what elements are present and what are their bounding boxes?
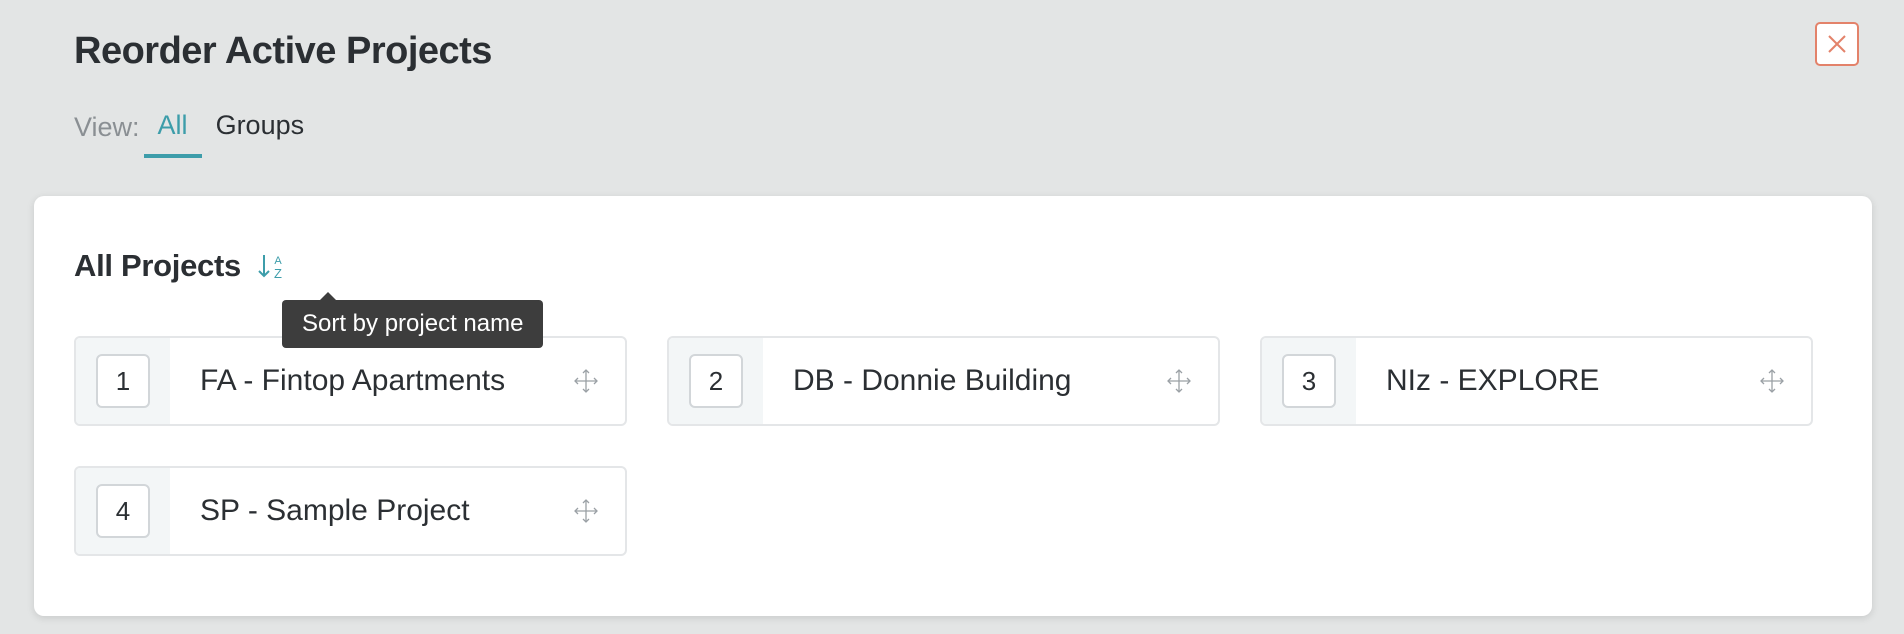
tab-all-label: All bbox=[157, 110, 188, 140]
order-cell: 3 bbox=[1262, 338, 1356, 424]
sort-alpha-down-icon: A Z bbox=[258, 255, 282, 281]
svg-text:Z: Z bbox=[274, 266, 282, 281]
project-name: FA - Fintop Apartments bbox=[200, 364, 506, 397]
tab-groups-label: Groups bbox=[215, 110, 305, 140]
project-item[interactable]: 1 FA - Fintop Apartments bbox=[74, 336, 627, 426]
project-name: DB - Donnie Building bbox=[793, 364, 1072, 397]
order-number[interactable]: 2 bbox=[689, 354, 743, 408]
project-item[interactable]: 4 SP - Sample Project bbox=[74, 466, 627, 556]
move-icon[interactable] bbox=[571, 366, 601, 396]
order-number[interactable]: 3 bbox=[1282, 354, 1336, 408]
move-icon[interactable] bbox=[571, 496, 601, 526]
view-switcher: View: All Groups bbox=[74, 108, 318, 158]
view-label: View: bbox=[74, 112, 140, 142]
close-icon bbox=[1828, 35, 1846, 53]
order-cell: 2 bbox=[669, 338, 763, 424]
order-cell: 1 bbox=[76, 338, 170, 424]
move-icon[interactable] bbox=[1164, 366, 1194, 396]
move-icon[interactable] bbox=[1757, 366, 1787, 396]
modal-title: Reorder Active Projects bbox=[74, 30, 492, 72]
projects-card: All Projects A Z Sort by project name 1 … bbox=[34, 196, 1872, 616]
order-cell: 4 bbox=[76, 468, 170, 554]
modal-header: Reorder Active Projects View: All Groups bbox=[0, 0, 1904, 196]
order-number[interactable]: 1 bbox=[96, 354, 150, 408]
order-number[interactable]: 4 bbox=[96, 484, 150, 538]
section-header: All Projects A Z bbox=[74, 248, 287, 284]
section-title: All Projects bbox=[74, 248, 241, 283]
project-item[interactable]: 2 DB - Donnie Building bbox=[667, 336, 1220, 426]
sort-by-name-button[interactable]: A Z bbox=[257, 250, 287, 282]
project-item[interactable]: 3 NIz - EXPLORE bbox=[1260, 336, 1813, 426]
tab-groups[interactable]: Groups bbox=[202, 108, 319, 158]
close-button[interactable] bbox=[1815, 22, 1859, 66]
sort-tooltip: Sort by project name bbox=[282, 292, 544, 348]
tab-all[interactable]: All bbox=[143, 108, 202, 158]
projects-grid: 1 FA - Fintop Apartments 2 DB - Donnie B… bbox=[74, 336, 1828, 556]
project-name: NIz - EXPLORE bbox=[1386, 364, 1600, 397]
project-name: SP - Sample Project bbox=[200, 494, 470, 527]
